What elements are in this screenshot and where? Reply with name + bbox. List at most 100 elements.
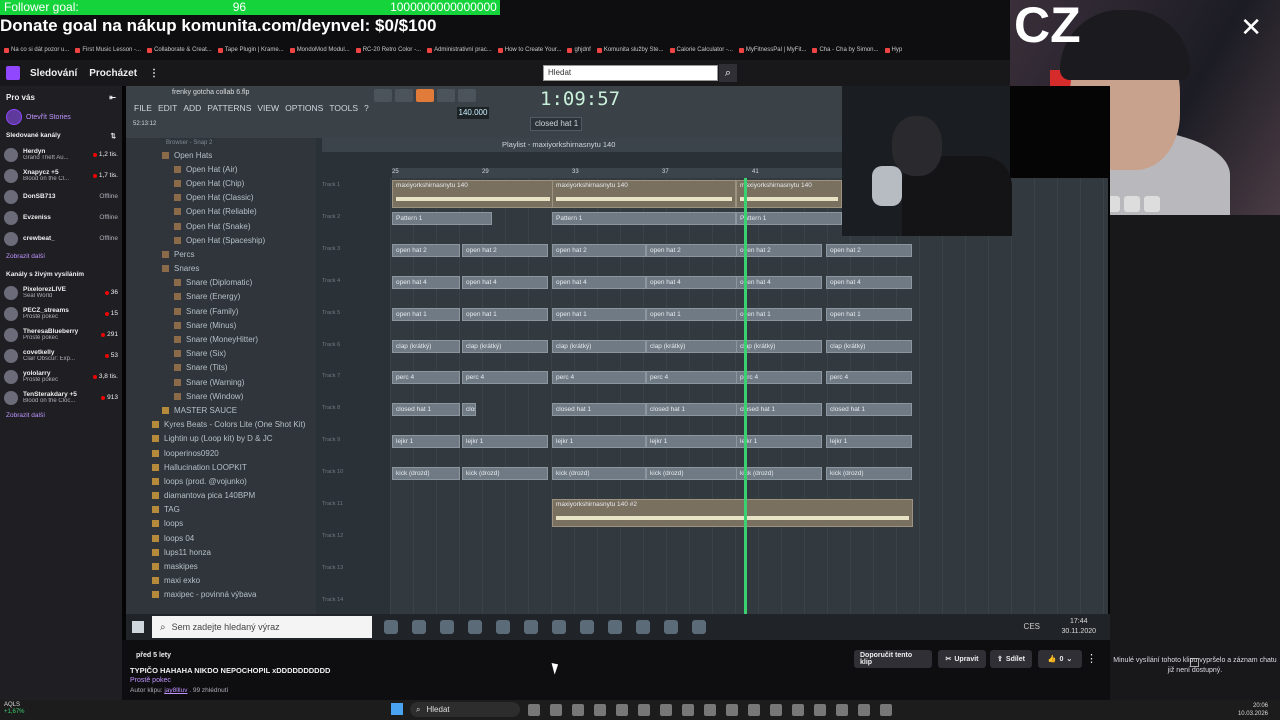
bookmark-item[interactable]: Collaborate & Creat... — [147, 47, 212, 53]
bookmark-item[interactable]: Administrativní prac... — [427, 47, 492, 53]
fl-counter: 52:13:12 — [133, 121, 157, 127]
clip-more-icon[interactable]: ⋮ — [1086, 652, 1097, 665]
chat-unavailable: Minulé vysílání tohoto klipu vypršelo a … — [1113, 657, 1277, 674]
channel-item[interactable]: Evzeniss Offline — [0, 207, 122, 228]
back-icon[interactable] — [638, 704, 650, 716]
app-icon[interactable] — [792, 704, 804, 716]
bookmark-item[interactable]: Tape Plugin | Krame... — [217, 47, 284, 53]
nav-browse[interactable]: Procházet — [89, 68, 137, 79]
channel-item[interactable]: yololarry Prostě pokec 3,8 tis. — [0, 366, 122, 387]
app-icon[interactable] — [814, 704, 826, 716]
playlist-clip: closed hat 1 — [646, 403, 740, 417]
browser-icon[interactable] — [572, 704, 584, 716]
browser-item-icon — [174, 165, 181, 173]
channel-item[interactable]: PECZ_streams Prostě pokec 15 — [0, 303, 122, 324]
stock-widget[interactable]: AQLS +1,67% — [4, 702, 25, 716]
bookmark-item[interactable]: Na co si dát pozor u... — [4, 47, 69, 53]
playlist-clip: maxiyorkshirnasnytu 140 #2 — [552, 499, 913, 527]
edit-button[interactable]: ✂ Upravit — [938, 650, 986, 668]
channel-item[interactable]: Xnapycz +5 Blood on the Cl... 1,7 tis. — [0, 165, 122, 186]
recorded-search-text: Sem zadejte hledaný výraz — [171, 622, 280, 632]
browser-item-label: Snare (Energy) — [186, 292, 241, 302]
bookmark-item[interactable]: Komunita služby Ste... — [596, 47, 664, 53]
playlist-clip: open hat 2 — [392, 243, 460, 257]
playlist-clip: perc 4 — [552, 371, 646, 385]
scissors-icon: ✂ — [945, 656, 952, 663]
bookmark-item[interactable]: ghjdnf — [567, 47, 591, 53]
search-input[interactable]: Hledat — [543, 65, 718, 81]
channel-meta: crewbeat_ — [23, 235, 99, 242]
playlist-clip: clap (krátký) — [736, 339, 822, 353]
terminal-icon[interactable] — [748, 704, 760, 716]
collapse-icon[interactable]: ⇤ — [109, 93, 116, 102]
browser-item: maxipec - povinná výbava — [126, 588, 316, 602]
show-more-followed[interactable]: Zobrazit další — [0, 249, 122, 264]
browser-item: loops 04 — [126, 531, 316, 545]
channel-item[interactable]: TenSterakdary +5 Blood on the Cloc... 913 — [0, 387, 122, 408]
app-icon[interactable] — [880, 704, 892, 716]
playlist-clip: open hat 4 — [646, 275, 740, 289]
browser-item-label: Open Hat (Air) — [186, 164, 238, 174]
file-explorer-icon[interactable] — [550, 704, 562, 716]
bookmark-item[interactable]: MyFitnessPal | MyFit... — [738, 47, 806, 53]
bookmark-item[interactable]: RC-20 Retro Color -... — [355, 47, 421, 53]
taskbar-search[interactable]: ⌕ Hledat — [410, 702, 520, 717]
clip-category[interactable]: Prostě pokec — [130, 677, 171, 684]
bookmark-item[interactable]: First Music Lesson -... — [75, 47, 141, 53]
browser-item-label: loops (prod. @vojunko) — [164, 476, 247, 486]
channel-name: Herdyn — [23, 148, 46, 155]
browser-item-label: maxipec - povinná výbava — [164, 590, 257, 600]
sort-icon[interactable]: ⇅ — [111, 132, 116, 140]
author-link[interactable]: jay8llluv — [164, 687, 187, 694]
playlist-clip: open hat 1 — [552, 307, 646, 321]
app-icon[interactable] — [616, 704, 628, 716]
bookmark-item[interactable]: Cha - Cha by Simon... — [812, 47, 879, 53]
nav-following[interactable]: Sledování — [30, 68, 77, 79]
steam-icon[interactable] — [726, 704, 738, 716]
share-icon: ⇪ — [997, 656, 1003, 663]
chrome-icon[interactable] — [594, 704, 606, 716]
channel-item[interactable]: DonSB713 Offline — [0, 186, 122, 207]
taskbar-clock[interactable]: 20:06 10.03.2026 — [1238, 702, 1268, 718]
channel-viewers: 913 — [101, 394, 118, 401]
chevron-down-icon: ⌄ — [1066, 656, 1073, 663]
show-more-live[interactable]: Zobrazit další — [0, 408, 122, 423]
browser-item: Snare (Family) — [126, 304, 316, 318]
twitch-logo-icon[interactable] — [6, 66, 20, 80]
browser-item-icon — [174, 321, 181, 329]
start-icon[interactable] — [391, 703, 403, 715]
record-icon — [416, 89, 434, 102]
bookmark-item[interactable]: Hyp — [884, 47, 902, 53]
more-menu-icon[interactable]: ⋮ — [149, 68, 159, 79]
app-icon[interactable] — [660, 704, 672, 716]
like-button[interactable]: 👍 0 ⌄ — [1038, 650, 1082, 668]
browser-item-icon — [152, 506, 159, 514]
playlist-clip: clap (krátký) — [392, 339, 460, 353]
bookmark-item[interactable]: Calorie Calculator -... — [669, 47, 733, 53]
playlist-clip: lejkr 1 — [552, 435, 646, 449]
app-icon[interactable] — [858, 704, 870, 716]
chat-icon[interactable] — [704, 704, 716, 716]
channel-item[interactable]: PixelorezLIVE Seal World 36 — [0, 282, 122, 303]
browser-item-icon — [152, 548, 159, 556]
task-view-icon[interactable] — [528, 704, 540, 716]
playlist-clip: open hat 1 — [826, 307, 912, 321]
channel-item[interactable]: TheresaBlueberry Prostě pokec 291 — [0, 324, 122, 345]
share-button[interactable]: ⇪ Sdílet — [990, 650, 1032, 668]
settings-icon[interactable] — [836, 704, 848, 716]
xbox-icon[interactable] — [682, 704, 694, 716]
playlist-clip: open hat 2 — [826, 243, 912, 257]
channel-item[interactable]: crewbeat_ Offline — [0, 228, 122, 249]
bookmark-item[interactable]: MondoMod Modul... — [289, 47, 350, 53]
playlist-clip: Pattern 1 — [552, 211, 736, 225]
spotify-icon[interactable] — [770, 704, 782, 716]
search-icon[interactable]: ⌕ — [719, 64, 737, 82]
stories-button[interactable]: Otevřít Stories — [0, 109, 122, 125]
channel-item[interactable]: Herdyn Grand Theft Au... 1,2 tis. — [0, 144, 122, 165]
playlist-clip: clap (krátký) — [646, 339, 740, 353]
bookmark-item[interactable]: How to Create Your... — [497, 47, 561, 53]
track-label: Track 11 — [322, 501, 343, 507]
channel-item[interactable]: covetkelly Clair Obscur: Exp... 53 — [0, 345, 122, 366]
recommend-button[interactable]: Doporučit tento klip — [854, 650, 932, 668]
track-label: Track 10 — [322, 469, 344, 476]
